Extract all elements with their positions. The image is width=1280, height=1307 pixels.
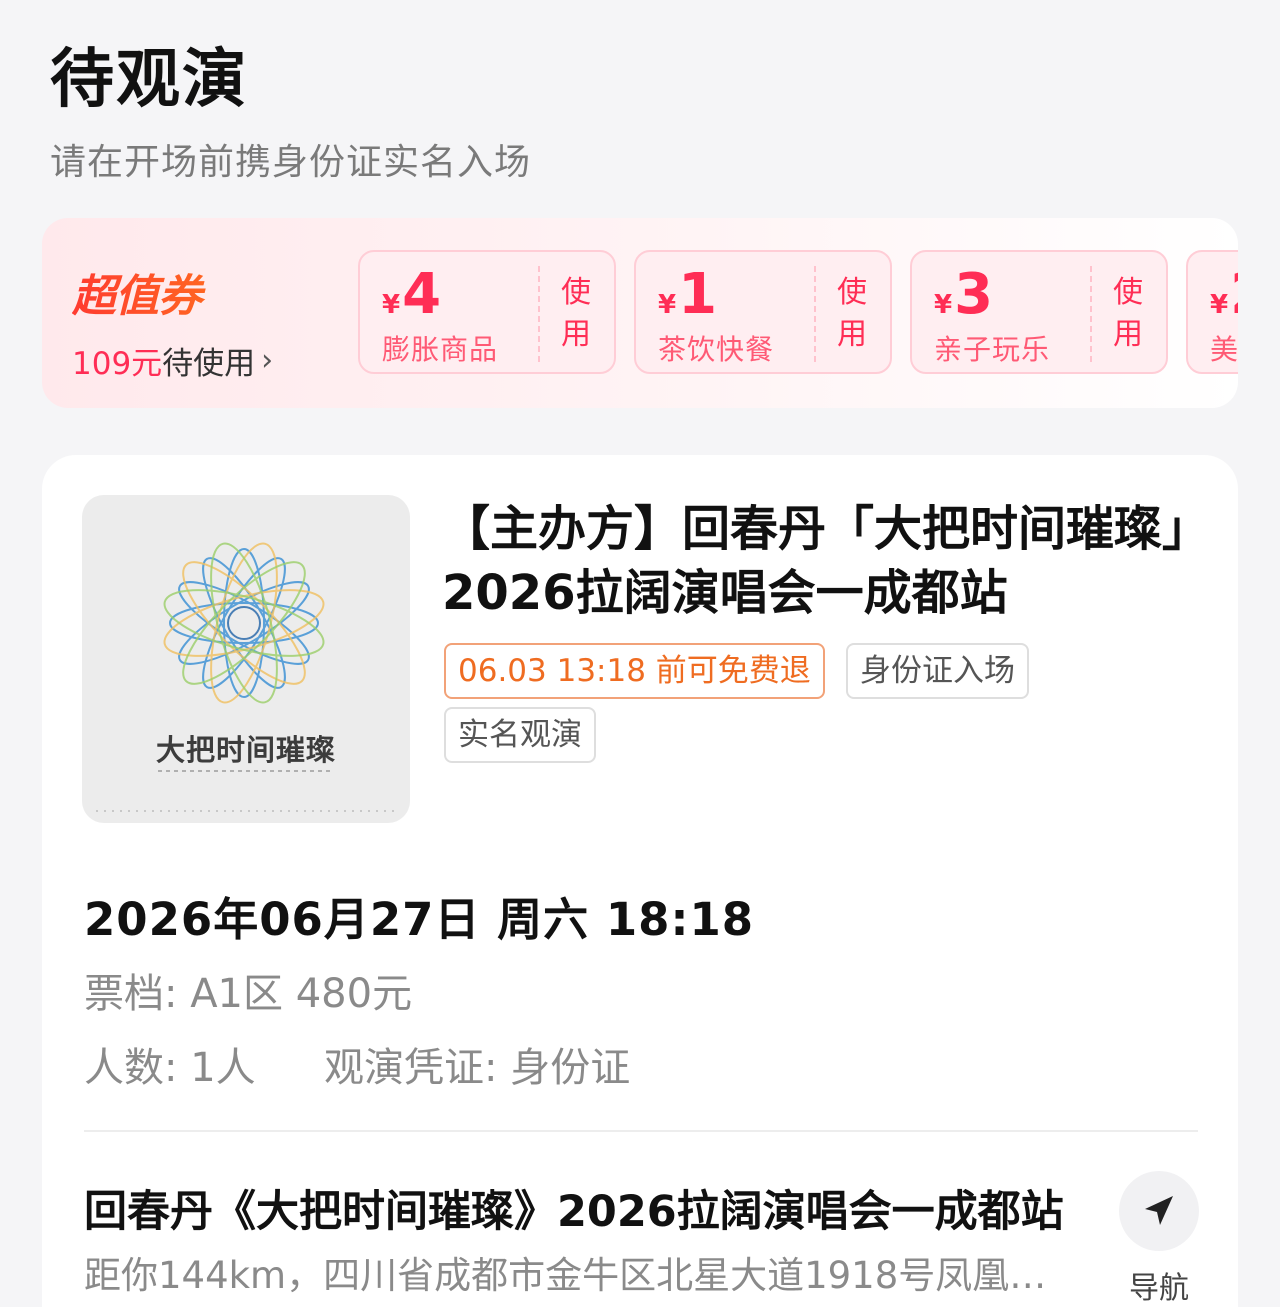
page-subtitle: 请在开场前携身份证实名入场	[50, 142, 532, 183]
venue-name[interactable]: 回春丹《大把时间璀璨》2026拉阔演唱会一成都站	[84, 1177, 1074, 1239]
coupon-brand-title: 超值券	[72, 260, 273, 324]
venue-address: 距你144km，四川省成都市金牛区北星大道1918号凤凰山体育公园	[84, 1254, 1074, 1297]
event-poster[interactable]: 大把时间璀璨	[82, 495, 410, 823]
navigation-arrow-icon	[1145, 1196, 1173, 1225]
coupon-brand: 超值券 109元 待使用 ›	[72, 260, 273, 383]
coupon-card[interactable]: ¥ 4 膨胀商品 使用	[358, 250, 616, 374]
coupon-amount: 4	[402, 262, 442, 327]
yen-symbol: ¥	[658, 290, 677, 320]
navigate-label: 导航	[1129, 1271, 1189, 1306]
poster-flower-graphic	[96, 542, 396, 812]
refund-deadline-tag: 06.03 13:18 前可免费退	[444, 643, 825, 699]
coupon-divider	[814, 266, 816, 362]
coupon-card[interactable]: ¥ 2 美 使用	[1186, 250, 1238, 374]
coupon-value: ¥ 1	[658, 262, 717, 327]
show-datetime: 2026年06月27日 周六 18:18	[84, 893, 755, 946]
coupon-value: ¥ 2	[1210, 262, 1238, 327]
yen-symbol: ¥	[934, 290, 953, 320]
coupon-desc: 美	[1210, 333, 1238, 366]
order-card[interactable]: 大把时间璀璨 【主办方】回春丹「大把时间璀璨」2026拉阔演唱会一成都站 06.…	[42, 455, 1238, 1307]
coupon-pending-link[interactable]: 109元 待使用 ›	[72, 338, 273, 383]
coupon-use-button[interactable]: 使用	[832, 272, 872, 356]
navigate-button[interactable]: 导航	[1114, 1171, 1204, 1307]
coupon-desc: 膨胀商品	[382, 333, 499, 366]
yen-symbol: ¥	[1210, 290, 1229, 320]
people-count: 人数: 1人	[84, 1045, 256, 1091]
coupon-divider	[1090, 266, 1092, 362]
event-title[interactable]: 【主办方】回春丹「大把时间璀璨」2026拉阔演唱会一成都站	[442, 497, 1202, 625]
chevron-right-icon: ›	[261, 343, 274, 378]
coupon-desc: 茶饮快餐	[658, 333, 775, 366]
yen-symbol: ¥	[382, 290, 401, 320]
coupon-card[interactable]: ¥ 1 茶饮快餐 使用	[634, 250, 892, 374]
coupon-pending-text: 待使用	[162, 346, 256, 382]
navigate-icon-container	[1119, 1171, 1199, 1251]
coupon-desc: 亲子玩乐	[934, 333, 1051, 366]
coupon-amount: 1	[678, 262, 718, 327]
coupon-panel: 超值券 109元 待使用 › ¥ 4 膨胀商品 使用 ¥ 1 茶饮快餐 使用 ¥…	[42, 218, 1238, 408]
realname-tag: 实名观演	[444, 707, 596, 763]
page-title: 待观演	[50, 43, 248, 117]
coupon-card[interactable]: ¥ 3 亲子玩乐 使用	[910, 250, 1168, 374]
coupon-use-button[interactable]: 使用	[1108, 272, 1148, 356]
coupon-amount: 2	[1230, 262, 1238, 327]
coupon-amount: 3	[954, 262, 994, 327]
credential-type: 观演凭证: 身份证	[324, 1045, 631, 1091]
divider	[84, 1130, 1198, 1132]
id-entry-tag: 身份证入场	[846, 643, 1029, 699]
ticket-tier: 票档: A1区 480元	[84, 971, 413, 1017]
coupon-value: ¥ 4	[382, 262, 441, 327]
coupon-pending-amount: 109元	[72, 346, 163, 382]
coupon-use-button[interactable]: 使用	[556, 272, 596, 356]
page: 待观演 请在开场前携身份证实名入场 超值券 109元 待使用 › ¥ 4 膨胀商…	[0, 0, 1280, 1307]
poster-title: 大把时间璀璨	[155, 733, 336, 767]
coupon-divider	[538, 266, 540, 362]
coupon-value: ¥ 3	[934, 262, 993, 327]
